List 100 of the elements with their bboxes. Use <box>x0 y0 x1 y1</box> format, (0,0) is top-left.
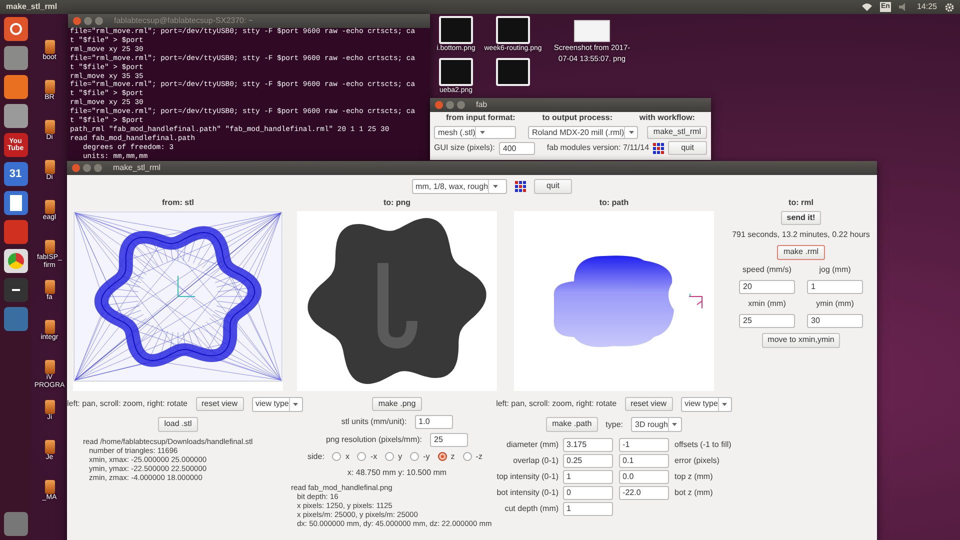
radio-option[interactable]: x <box>332 450 350 463</box>
radio-option[interactable]: y <box>385 450 402 463</box>
move-button[interactable]: move to xmin,ymin <box>762 333 840 348</box>
preset-dropdown[interactable]: mm, 1/8, wax, rough <box>412 179 507 194</box>
jog-field[interactable]: 1 <box>807 280 863 294</box>
caret-icon <box>628 131 634 134</box>
parameter-field[interactable]: 0.1 <box>618 454 669 468</box>
parameter-field[interactable]: 0.0 <box>618 470 669 484</box>
calendar-icon[interactable]: 31 <box>4 162 28 186</box>
file-icon[interactable] <box>44 480 54 494</box>
radio-option[interactable]: z <box>438 450 455 463</box>
gui-size-field[interactable]: 400 <box>498 142 535 155</box>
cut-depth-field[interactable]: 1 <box>562 502 613 516</box>
make-rml-button[interactable]: make .rml <box>777 245 825 260</box>
field-label: offsets (-1 to fill) <box>674 438 732 451</box>
field-label: jog (mm) <box>819 264 851 276</box>
minimize-button[interactable] <box>84 17 92 25</box>
view-type-dropdown[interactable]: view type <box>680 396 732 412</box>
hint-text: left: pan, scroll: zoom, right: rotate <box>496 398 617 410</box>
file-icon[interactable] <box>44 440 54 454</box>
ymin-field[interactable]: 30 <box>807 314 863 328</box>
window-title: make_stl_rml <box>113 162 161 174</box>
parameter-field[interactable]: 0 <box>562 486 613 500</box>
field-label: top z (mm) <box>674 470 714 483</box>
file-icon[interactable] <box>44 240 54 254</box>
close-button[interactable] <box>435 101 443 109</box>
close-button[interactable] <box>73 17 81 25</box>
process-dropdown[interactable]: Roland MDX-20 mill (.rml) <box>528 126 638 139</box>
make-path-button[interactable]: make .path <box>546 417 598 432</box>
field-label: error (pixels) <box>674 454 720 467</box>
make-png-button[interactable]: make .png <box>372 396 422 411</box>
axes-icon <box>688 293 702 309</box>
view-type-dropdown[interactable]: view type <box>252 396 303 412</box>
field-label: bot z (mm) <box>674 486 714 499</box>
time-estimate: 791 seconds, 13.2 minutes, 0.22 hours <box>732 229 870 242</box>
close-button[interactable] <box>72 164 80 172</box>
wifi-icon <box>862 3 872 11</box>
xmin-field[interactable]: 25 <box>739 314 795 328</box>
parameter-field[interactable]: 1 <box>562 470 613 484</box>
minimize-button[interactable] <box>83 164 91 172</box>
units-field[interactable]: 1.0 <box>414 414 453 429</box>
maximize-button[interactable] <box>95 17 103 25</box>
field-label: side: <box>308 450 324 463</box>
grid-icon <box>514 181 526 192</box>
radio-option[interactable]: -z <box>462 450 482 463</box>
maximize-button[interactable] <box>94 164 102 172</box>
parameter-field[interactable]: -1 <box>618 438 669 452</box>
parameter-field[interactable]: -22.0 <box>618 486 669 500</box>
file-icon[interactable] <box>44 80 54 94</box>
path-type-dropdown[interactable]: 3D rough <box>631 417 682 432</box>
resolution-field[interactable]: 25 <box>430 432 468 447</box>
caret-icon <box>672 423 678 426</box>
field-label: GUI size (pixels): <box>434 142 495 154</box>
gear-icon <box>945 2 954 12</box>
image-thumbnail[interactable] <box>574 20 610 42</box>
file-icon[interactable] <box>44 160 54 174</box>
version-text: fab modules version: 7/11/14 <box>546 142 650 154</box>
radio-option[interactable]: -y <box>410 450 430 463</box>
radio-option[interactable]: -x <box>357 450 378 463</box>
file-icon[interactable] <box>44 200 54 214</box>
app-icon[interactable] <box>4 220 28 244</box>
parameter-field[interactable]: 3.175 <box>562 438 613 452</box>
column-heading: from: stl <box>162 197 194 209</box>
terminal-icon[interactable] <box>4 278 28 302</box>
file-icon[interactable] <box>44 120 54 134</box>
minimize-button[interactable] <box>446 101 454 109</box>
reset-view-button[interactable]: reset view <box>624 396 673 412</box>
grid-icon <box>653 142 664 154</box>
field-label: png resolution (pixels/mm): <box>326 434 422 446</box>
speed-field[interactable]: 20 <box>739 280 795 294</box>
field-label: ymin (mm) <box>816 298 854 310</box>
window-title: fab <box>476 99 488 111</box>
window-title: fablabtecsup@fablabtecsup-SX2370: ~ <box>114 15 254 27</box>
file-icon[interactable] <box>44 400 54 414</box>
load-stl-button[interactable]: load .stl <box>158 417 198 432</box>
file-icon[interactable] <box>44 320 54 334</box>
field-label: speed (mm/s) <box>742 264 792 276</box>
column-heading: to: png <box>383 197 411 209</box>
file-icon[interactable] <box>44 280 54 294</box>
column-heading: with workflow: <box>639 112 695 124</box>
send-button[interactable]: send it! <box>780 211 822 226</box>
clock[interactable]: 14:25 <box>916 1 937 13</box>
file-icon[interactable] <box>44 40 54 54</box>
document-icon[interactable] <box>4 191 28 215</box>
field-label: stl units (mm/unit): <box>341 416 407 428</box>
field-label: overlap (0-1) <box>512 454 559 467</box>
caret-icon <box>722 402 728 406</box>
maximize-button[interactable] <box>457 101 465 109</box>
quit-button[interactable]: quit <box>534 179 572 194</box>
field-label: type: <box>606 418 623 431</box>
workflow-button[interactable]: make_stl_rml <box>647 126 707 139</box>
file-icon[interactable] <box>44 360 54 374</box>
browser-icon[interactable] <box>4 249 28 273</box>
parameter-field[interactable]: 0.25 <box>562 454 613 468</box>
field-label: diameter (mm) <box>506 438 559 451</box>
dash-icon[interactable] <box>4 17 28 41</box>
field-label: bot intensity (0-1) <box>496 486 559 499</box>
format-dropdown[interactable]: mesh (.stl) <box>434 126 516 139</box>
quit-button[interactable]: quit <box>668 141 707 156</box>
reset-view-button[interactable]: reset view <box>196 396 244 412</box>
